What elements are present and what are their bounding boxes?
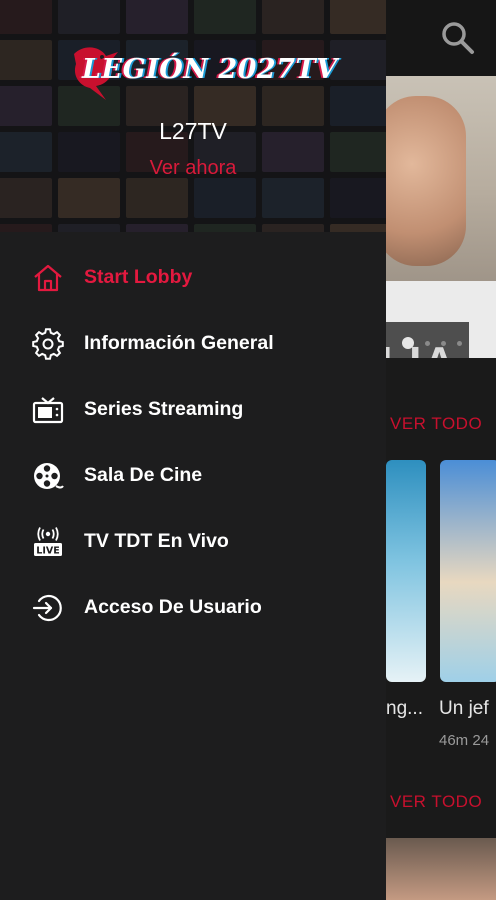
logo-text: LEGIÓN 2027TV (82, 54, 338, 85)
menu-item-label: Información General (84, 332, 274, 354)
poster-card[interactable] (386, 460, 426, 682)
menu-item-series-streaming[interactable]: Series Streaming (0, 377, 386, 443)
carousel-dot[interactable] (402, 337, 414, 349)
see-all-link[interactable]: VER TODO (390, 414, 482, 434)
live-broadcast-icon: LIVE (32, 526, 64, 558)
home-icon (32, 262, 64, 294)
drawer-menu: Start Lobby Información General Series S… (0, 245, 386, 641)
navigation-drawer: LEGIÓN 2027TV L27TV Ver ahora Start Lobb… (0, 0, 386, 900)
poster-title: ng... (386, 698, 423, 719)
menu-item-sala-de-cine[interactable]: Sala De Cine (0, 443, 386, 509)
hero-image (386, 96, 466, 266)
see-all-link[interactable]: VER TODO (390, 792, 482, 812)
watch-now-link[interactable]: Ver ahora (0, 157, 386, 180)
svg-text:LIVE: LIVE (36, 546, 59, 557)
carousel-dot[interactable] (441, 340, 446, 346)
app-name: L27TV (159, 118, 227, 144)
carousel-dot[interactable] (457, 340, 462, 346)
menu-item-informacion-general[interactable]: Información General (0, 311, 386, 377)
poster-title: Un jef (439, 698, 489, 719)
poster-card[interactable] (440, 460, 496, 682)
app-logo: LEGIÓN 2027TV (66, 38, 337, 110)
menu-item-label: Acceso De Usuario (84, 596, 262, 618)
gear-icon (32, 328, 64, 360)
film-reel-icon (32, 460, 64, 492)
tv-icon (32, 394, 64, 426)
menu-item-acceso-de-usuario[interactable]: Acceso De Usuario (0, 575, 386, 641)
menu-item-label: Series Streaming (84, 398, 244, 420)
carousel-indicator (402, 336, 462, 350)
menu-item-label: Sala De Cine (84, 464, 203, 486)
carousel-dot[interactable] (425, 340, 430, 346)
menu-item-start-lobby[interactable]: Start Lobby (0, 245, 386, 311)
search-icon[interactable] (438, 18, 478, 58)
poster-card[interactable] (386, 838, 496, 900)
hero-banner[interactable]: ILIA (386, 76, 496, 358)
login-icon (32, 592, 64, 624)
menu-item-label: TV TDT En Vivo (84, 530, 229, 552)
menu-item-label: Start Lobby (84, 266, 193, 288)
poster-meta: 46m 24 (439, 732, 490, 749)
menu-item-tv-tdt-en-vivo[interactable]: LIVE TV TDT En Vivo (0, 509, 386, 575)
drawer-header: LEGIÓN 2027TV L27TV Ver ahora (0, 0, 386, 232)
